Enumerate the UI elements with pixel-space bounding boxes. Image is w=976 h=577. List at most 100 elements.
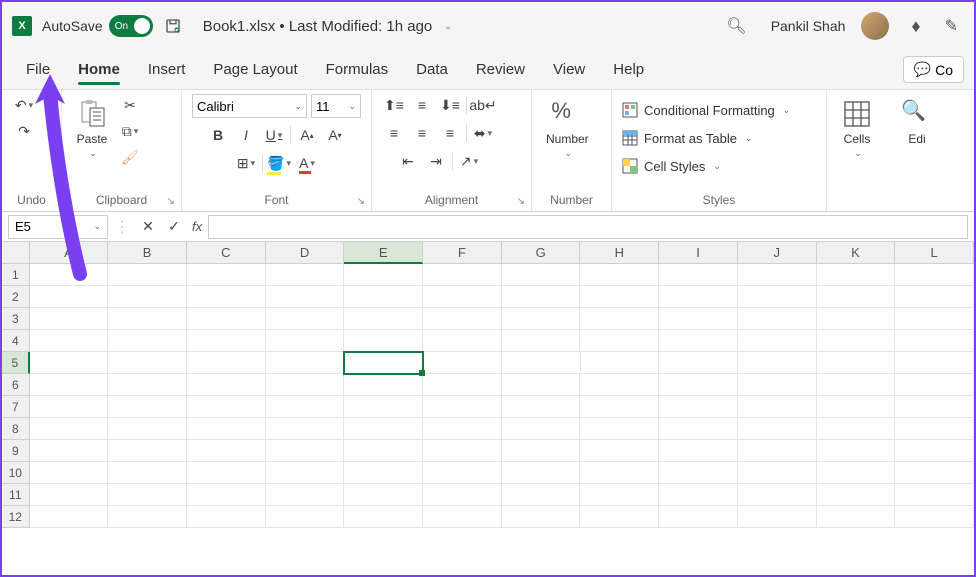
cell-J9[interactable] bbox=[738, 440, 817, 462]
row-header-5[interactable]: 5 bbox=[2, 352, 30, 374]
cell-A9[interactable] bbox=[30, 440, 109, 462]
cell-B4[interactable] bbox=[108, 330, 187, 352]
cell-F1[interactable] bbox=[423, 264, 502, 286]
cell-F8[interactable] bbox=[423, 418, 502, 440]
cell-C5[interactable] bbox=[187, 352, 266, 374]
cell-E12[interactable] bbox=[344, 506, 423, 528]
cell-I6[interactable] bbox=[659, 374, 738, 396]
column-header-B[interactable]: B bbox=[108, 242, 187, 264]
cell-D6[interactable] bbox=[266, 374, 345, 396]
autosave-toggle[interactable]: On bbox=[109, 15, 153, 37]
shrink-font-button[interactable]: A▾ bbox=[323, 124, 347, 146]
cell-H9[interactable] bbox=[580, 440, 659, 462]
cell-B9[interactable] bbox=[108, 440, 187, 462]
cell-F2[interactable] bbox=[423, 286, 502, 308]
orientation-button[interactable]: ↗▾ bbox=[457, 150, 481, 172]
decrease-indent-button[interactable]: ⇤ bbox=[396, 150, 420, 172]
cell-L9[interactable] bbox=[895, 440, 974, 462]
cell-J6[interactable] bbox=[738, 374, 817, 396]
cell-D2[interactable] bbox=[266, 286, 345, 308]
column-header-F[interactable]: F bbox=[423, 242, 502, 264]
cell-H2[interactable] bbox=[580, 286, 659, 308]
align-center-button[interactable]: ≡ bbox=[410, 122, 434, 144]
cell-L11[interactable] bbox=[895, 484, 974, 506]
cell-A2[interactable] bbox=[30, 286, 109, 308]
font-color-button[interactable]: A▾ bbox=[295, 152, 319, 174]
row-header-3[interactable]: 3 bbox=[2, 308, 30, 330]
column-header-I[interactable]: I bbox=[659, 242, 738, 264]
cell-K3[interactable] bbox=[817, 308, 896, 330]
cell-G8[interactable] bbox=[502, 418, 581, 440]
cell-J7[interactable] bbox=[738, 396, 817, 418]
cell-I8[interactable] bbox=[659, 418, 738, 440]
cell-C8[interactable] bbox=[187, 418, 266, 440]
cell-D3[interactable] bbox=[266, 308, 345, 330]
cell-C9[interactable] bbox=[187, 440, 266, 462]
cell-K4[interactable] bbox=[817, 330, 896, 352]
italic-button[interactable]: I bbox=[234, 124, 258, 146]
cell-H11[interactable] bbox=[580, 484, 659, 506]
avatar[interactable] bbox=[861, 12, 889, 40]
cell-I10[interactable] bbox=[659, 462, 738, 484]
column-header-A[interactable]: A bbox=[30, 242, 109, 264]
cell-J8[interactable] bbox=[738, 418, 817, 440]
row-header-9[interactable]: 9 bbox=[2, 440, 30, 462]
cell-I7[interactable] bbox=[659, 396, 738, 418]
cell-L1[interactable] bbox=[895, 264, 974, 286]
cell-A1[interactable] bbox=[30, 264, 109, 286]
cell-H8[interactable] bbox=[580, 418, 659, 440]
tab-view[interactable]: View bbox=[539, 50, 599, 89]
cell-H3[interactable] bbox=[580, 308, 659, 330]
tab-insert[interactable]: Insert bbox=[134, 50, 200, 89]
cell-B8[interactable] bbox=[108, 418, 187, 440]
tab-review[interactable]: Review bbox=[462, 50, 539, 89]
redo-button[interactable]: ↷ bbox=[12, 120, 36, 142]
number-format-button[interactable]: % Number ⌄ bbox=[542, 94, 593, 163]
cell-K1[interactable] bbox=[817, 264, 896, 286]
cell-C4[interactable] bbox=[187, 330, 266, 352]
cell-I12[interactable] bbox=[659, 506, 738, 528]
cell-J5[interactable] bbox=[738, 352, 817, 374]
wrap-text-button[interactable]: ab↵ bbox=[471, 94, 495, 116]
cell-D9[interactable] bbox=[266, 440, 345, 462]
cell-E4[interactable] bbox=[344, 330, 423, 352]
cell-F12[interactable] bbox=[423, 506, 502, 528]
cell-H10[interactable] bbox=[580, 462, 659, 484]
fx-label[interactable]: fx bbox=[192, 219, 202, 234]
row-header-1[interactable]: 1 bbox=[2, 264, 30, 286]
cell-E3[interactable] bbox=[344, 308, 423, 330]
tab-formulas[interactable]: Formulas bbox=[312, 50, 403, 89]
undo-button[interactable]: ↶▾ bbox=[12, 94, 36, 116]
align-bottom-button[interactable]: ⬇≡ bbox=[438, 94, 462, 116]
fill-color-button[interactable]: 🪣▾ bbox=[267, 152, 291, 174]
column-header-H[interactable]: H bbox=[580, 242, 659, 264]
merge-button[interactable]: ⬌▾ bbox=[471, 122, 495, 144]
cell-J12[interactable] bbox=[738, 506, 817, 528]
cell-E9[interactable] bbox=[344, 440, 423, 462]
cell-I11[interactable] bbox=[659, 484, 738, 506]
tab-file[interactable]: File bbox=[12, 50, 64, 89]
save-icon[interactable] bbox=[163, 16, 183, 36]
font-size-dropdown[interactable]: 11⌄ bbox=[311, 94, 361, 118]
cell-A5[interactable] bbox=[30, 352, 109, 374]
column-header-C[interactable]: C bbox=[187, 242, 266, 264]
cell-K12[interactable] bbox=[817, 506, 896, 528]
column-header-G[interactable]: G bbox=[502, 242, 581, 264]
cell-C10[interactable] bbox=[187, 462, 266, 484]
column-header-K[interactable]: K bbox=[817, 242, 896, 264]
editing-button[interactable]: 🔍 Edi bbox=[897, 94, 937, 150]
tab-page-layout[interactable]: Page Layout bbox=[199, 50, 311, 89]
select-all-corner[interactable] bbox=[2, 242, 30, 264]
cell-K10[interactable] bbox=[817, 462, 896, 484]
cut-button[interactable]: ✂ bbox=[118, 94, 142, 116]
format-as-table-button[interactable]: Format as Table⌄ bbox=[622, 128, 753, 148]
cell-K11[interactable] bbox=[817, 484, 896, 506]
premium-icon[interactable]: ♦ bbox=[911, 16, 920, 37]
cell-B11[interactable] bbox=[108, 484, 187, 506]
cell-L2[interactable] bbox=[895, 286, 974, 308]
cell-L3[interactable] bbox=[895, 308, 974, 330]
cell-L6[interactable] bbox=[895, 374, 974, 396]
tab-home[interactable]: Home bbox=[64, 50, 134, 89]
document-title[interactable]: Book1.xlsx • Last Modified: 1h ago bbox=[203, 18, 433, 35]
cell-C1[interactable] bbox=[187, 264, 266, 286]
